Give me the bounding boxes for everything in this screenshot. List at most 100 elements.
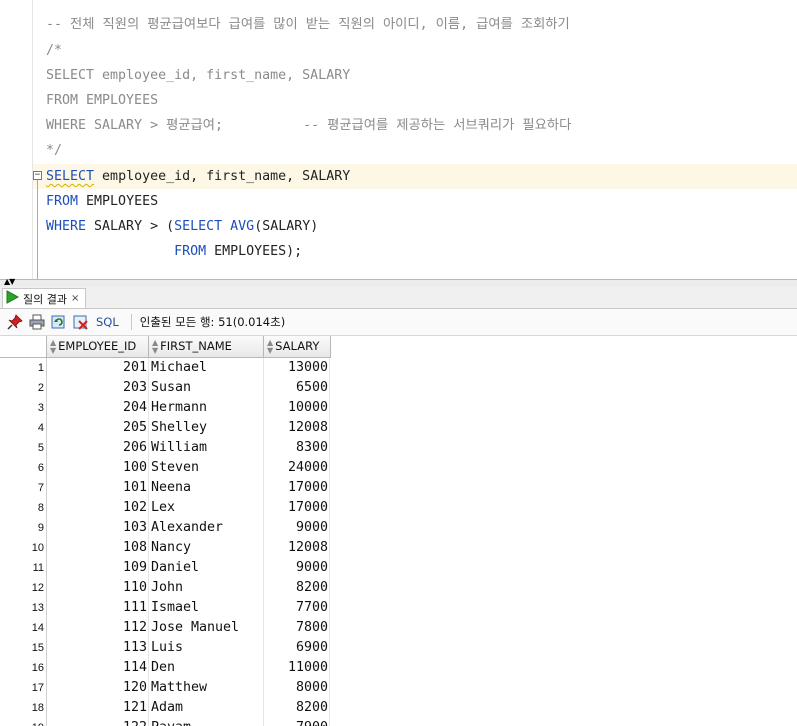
cell-first-name[interactable]: Steven [149, 458, 264, 478]
cell-salary[interactable]: 10000 [264, 398, 330, 418]
row-number[interactable]: 18 [0, 698, 47, 718]
table-row[interactable]: 19122Payam7900 [0, 718, 797, 726]
editor-line-4[interactable]: FROM EMPLOYEES [46, 88, 158, 113]
cell-salary[interactable]: 8200 [264, 578, 330, 598]
cell-salary[interactable]: 12008 [264, 418, 330, 438]
cell-employee-id[interactable]: 112 [47, 618, 149, 638]
print-icon[interactable] [28, 313, 46, 331]
row-number[interactable]: 16 [0, 658, 47, 678]
cell-first-name[interactable]: Daniel [149, 558, 264, 578]
cell-first-name[interactable]: Adam [149, 698, 264, 718]
cell-employee-id[interactable]: 114 [47, 658, 149, 678]
row-number[interactable]: 9 [0, 518, 47, 538]
cell-salary[interactable]: 24000 [264, 458, 330, 478]
editor-line-6[interactable]: */ [46, 138, 62, 163]
cell-first-name[interactable]: Shelley [149, 418, 264, 438]
cell-first-name[interactable]: Payam [149, 718, 264, 726]
row-number[interactable]: 8 [0, 498, 47, 518]
table-row[interactable]: 13 111 Ismael 7700 [0, 598, 797, 618]
editor-line-3[interactable]: SELECT employee_id, first_name, SALARY [46, 63, 350, 88]
cancel-icon[interactable] [72, 313, 90, 331]
cell-employee-id[interactable]: 103 [47, 518, 149, 538]
fold-toggle-icon[interactable]: − [33, 171, 42, 180]
table-row[interactable]: 8 102 Lex 17000 [0, 498, 797, 518]
cell-employee-id[interactable]: 201 [47, 358, 149, 378]
cell-first-name[interactable]: Michael [149, 358, 264, 378]
editor-line-8[interactable]: FROM EMPLOYEES [46, 189, 158, 214]
table-row[interactable]: 14 112 Jose Manuel 7800 [0, 618, 797, 638]
table-row[interactable]: 5 206 William 8300 [0, 438, 797, 458]
cell-salary[interactable]: 7800 [264, 618, 330, 638]
cell-employee-id[interactable]: 122 [47, 718, 149, 726]
row-number[interactable]: 2 [0, 378, 47, 398]
cell-first-name[interactable]: Susan [149, 378, 264, 398]
cell-salary[interactable]: 6900 [264, 638, 330, 658]
column-header-first-name[interactable]: ▲ ▼ FIRST_NAME [149, 336, 264, 358]
table-row[interactable]: 12 110 John 8200 [0, 578, 797, 598]
cell-salary[interactable]: 12008 [264, 538, 330, 558]
cell-first-name[interactable]: John [149, 578, 264, 598]
table-row[interactable]: 2 203 Susan 6500 [0, 378, 797, 398]
cell-salary[interactable]: 9000 [264, 518, 330, 538]
cell-employee-id[interactable]: 205 [47, 418, 149, 438]
cell-salary[interactable]: 11000 [264, 658, 330, 678]
cell-employee-id[interactable]: 100 [47, 458, 149, 478]
row-number[interactable]: 1 [0, 358, 47, 378]
editor-line-2[interactable]: /* [46, 38, 62, 63]
cell-employee-id[interactable]: 102 [47, 498, 149, 518]
row-number[interactable]: 10 [0, 538, 47, 558]
cell-salary[interactable]: 8300 [264, 438, 330, 458]
cell-employee-id[interactable]: 204 [47, 398, 149, 418]
sql-button[interactable]: SQL [96, 315, 119, 329]
cell-salary[interactable]: 17000 [264, 478, 330, 498]
sql-editor[interactable]: − -- 전체 직원의 평균급여보다 급여를 많이 받는 직원의 아이디, 이름… [0, 0, 797, 279]
cell-salary[interactable]: 13000 [264, 358, 330, 378]
row-number[interactable]: 13 [0, 598, 47, 618]
cell-first-name[interactable]: Den [149, 658, 264, 678]
editor-line-10[interactable]: FROM EMPLOYEES); [46, 239, 302, 264]
table-row[interactable]: 15 113 Luis 6900 [0, 638, 797, 658]
cell-first-name[interactable]: Matthew [149, 678, 264, 698]
table-row[interactable]: 16 114 Den 11000 [0, 658, 797, 678]
cell-employee-id[interactable]: 113 [47, 638, 149, 658]
row-number[interactable]: 12 [0, 578, 47, 598]
cell-salary[interactable]: 6500 [264, 378, 330, 398]
cell-salary[interactable]: 9000 [264, 558, 330, 578]
row-number[interactable]: 15 [0, 638, 47, 658]
table-row[interactable]: 6 100 Steven 24000 [0, 458, 797, 478]
cell-first-name[interactable]: Neena [149, 478, 264, 498]
table-row[interactable]: 1 201 Michael 13000 [0, 358, 797, 378]
cell-employee-id[interactable]: 108 [47, 538, 149, 558]
row-number[interactable]: 17 [0, 678, 47, 698]
row-number[interactable]: 4 [0, 418, 47, 438]
cell-employee-id[interactable]: 101 [47, 478, 149, 498]
close-icon[interactable]: × [71, 293, 79, 304]
editor-line-1[interactable]: -- 전체 직원의 평균급여보다 급여를 많이 받는 직원의 아이디, 이름, … [46, 12, 570, 37]
cell-salary[interactable]: 8000 [264, 678, 330, 698]
table-row[interactable]: 3 204 Hermann 10000 [0, 398, 797, 418]
cell-salary[interactable]: 7900 [264, 718, 330, 726]
table-row[interactable]: 17 120 Matthew 8000 [0, 678, 797, 698]
cell-employee-id[interactable]: 121 [47, 698, 149, 718]
cell-salary[interactable]: 17000 [264, 498, 330, 518]
cell-first-name[interactable]: Luis [149, 638, 264, 658]
splitter-arrows-icon[interactable]: ▲▼ [4, 278, 15, 286]
editor-line-9[interactable]: WHERE SALARY > (SELECT AVG(SALARY) [46, 214, 318, 239]
row-number-header[interactable] [0, 336, 47, 358]
cell-first-name[interactable]: Alexander [149, 518, 264, 538]
cell-first-name[interactable]: William [149, 438, 264, 458]
cell-employee-id[interactable]: 206 [47, 438, 149, 458]
cell-salary[interactable]: 8200 [264, 698, 330, 718]
row-number[interactable]: 14 [0, 618, 47, 638]
editor-line-5[interactable]: WHERE SALARY > 평균급여; -- 평균급여를 제공하는 서브쿼리가… [46, 113, 571, 138]
cell-employee-id[interactable]: 110 [47, 578, 149, 598]
row-number[interactable]: 11 [0, 558, 47, 578]
panel-splitter[interactable]: ▲▼ [0, 278, 797, 287]
cell-first-name[interactable]: Ismael [149, 598, 264, 618]
cell-salary[interactable]: 7700 [264, 598, 330, 618]
row-number[interactable]: 19 [0, 718, 47, 726]
row-number[interactable]: 3 [0, 398, 47, 418]
pin-icon[interactable] [6, 313, 24, 331]
row-number[interactable]: 6 [0, 458, 47, 478]
tab-query-result[interactable]: 질의 결과 × [2, 288, 87, 308]
